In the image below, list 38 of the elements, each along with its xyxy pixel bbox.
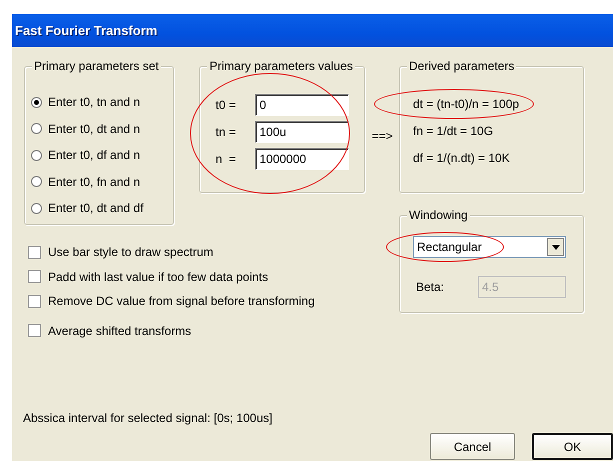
- formula-text: df = 1/(n.dt) = 10K: [413, 151, 510, 165]
- formula-text: fn = 1/dt = 10G: [413, 124, 494, 138]
- field-label: t0 =: [215, 98, 237, 112]
- formula-text: dt = (tn-t0)/n = 100p: [413, 97, 520, 111]
- checkbox[interactable]: [28, 246, 41, 259]
- window-dropdown[interactable]: Rectangular: [413, 236, 566, 258]
- radio-button[interactable]: [31, 202, 42, 214]
- checkbox[interactable]: [28, 294, 41, 308]
- radio-button[interactable]: [31, 96, 42, 108]
- radio-option[interactable]: Enter t0, dt and df: [31, 195, 174, 222]
- checkbox-label[interactable]: Remove DC value from signal before transforming: [48, 294, 315, 308]
- checkbox-label[interactable]: Average shifted transforms: [48, 324, 192, 338]
- arrow-label: ==>: [372, 129, 393, 143]
- radio-option[interactable]: Enter t0, df and n: [31, 142, 174, 168]
- dialog-button[interactable]: Cancel: [430, 433, 515, 460]
- checkbox[interactable]: [28, 324, 41, 338]
- field-label: Beta:: [415, 280, 446, 294]
- radio-option[interactable]: Enter t0, dt and n: [31, 116, 174, 142]
- field-label: n =: [215, 152, 237, 166]
- checkbox-label[interactable]: Padd with last value if too few data points: [48, 270, 268, 284]
- input-field[interactable]: 1000000: [255, 148, 350, 170]
- radio-button[interactable]: [31, 176, 42, 188]
- input-field[interactable]: 0: [255, 94, 350, 116]
- window-title: Fast Fourier Transform: [15, 23, 158, 38]
- group-title: Derived parameters: [407, 59, 516, 74]
- group-title: Primary parameters values: [207, 59, 355, 74]
- dialog-button[interactable]: OK: [532, 433, 613, 460]
- radio-option[interactable]: Enter t0, tn and n: [31, 89, 174, 116]
- radio-button[interactable]: [31, 150, 42, 161]
- radio-option[interactable]: Enter t0, fn and n: [31, 168, 174, 195]
- checkbox-label[interactable]: Use bar style to draw spectrum: [48, 245, 214, 260]
- radio-button[interactable]: [31, 123, 42, 134]
- status-text: Abssica interval for selected signal: [0s; 100us]: [23, 411, 274, 425]
- checkbox[interactable]: [28, 270, 41, 284]
- group-title: Primary parameters set: [32, 59, 161, 74]
- group-title: Windowing: [407, 208, 470, 223]
- input-field[interactable]: 100u: [255, 120, 350, 142]
- field-label: tn =: [215, 124, 237, 138]
